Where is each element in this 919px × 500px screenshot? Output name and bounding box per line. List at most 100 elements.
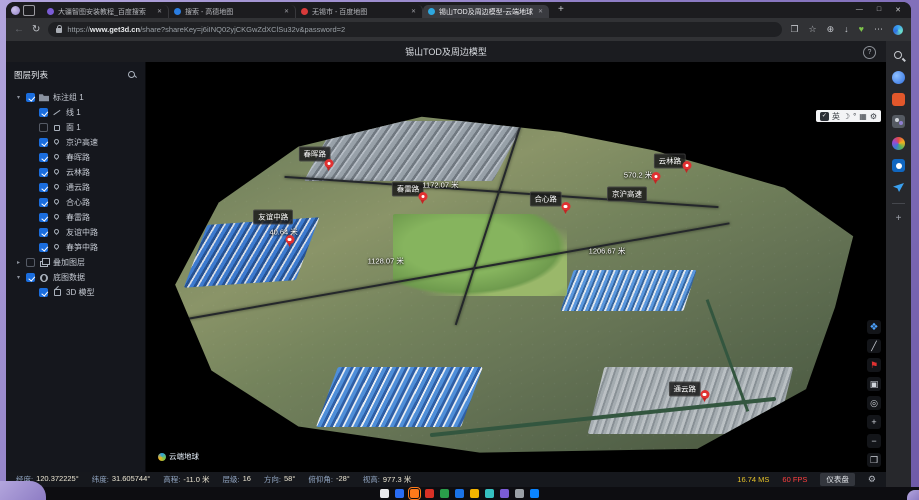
snapshot-icon[interactable]: ▣ (867, 377, 881, 391)
layer-item[interactable]: 春笋中路 (14, 240, 137, 255)
map-pin-marker[interactable] (682, 161, 691, 173)
layer-checkbox[interactable] (39, 213, 48, 222)
gear-icon[interactable]: ⚙ (868, 474, 876, 485)
layer-checkbox[interactable] (26, 273, 35, 282)
layer-item[interactable]: 面 1 (14, 120, 137, 135)
downloads-icon[interactable]: ↓ (844, 25, 849, 34)
workspace-icon[interactable] (11, 6, 20, 15)
map-pin-marker[interactable] (561, 202, 570, 214)
taskbar-app-icon[interactable] (440, 489, 449, 498)
layer-checkbox[interactable] (39, 198, 48, 207)
layer-item[interactable]: 春晖路 (14, 150, 137, 165)
taskbar-app-icon[interactable] (410, 489, 419, 498)
refresh-icon[interactable]: ↻ (32, 25, 40, 35)
layer-checkbox[interactable] (39, 228, 48, 237)
close-button[interactable]: ✕ (895, 6, 901, 14)
layer-checkbox[interactable] (39, 288, 48, 297)
new-tab-button[interactable]: + (558, 5, 564, 15)
back-icon[interactable]: ← (14, 25, 24, 35)
map-viewport[interactable]: 春晖路春雷路友谊中路合心路京沪高速云林路通云路40.64 米1172.07 米5… (146, 62, 886, 472)
tab-close-icon[interactable] (283, 8, 290, 15)
layer-checkbox[interactable] (39, 123, 48, 132)
layer-checkbox[interactable] (26, 93, 35, 102)
tab-close-icon[interactable] (410, 8, 417, 15)
browser-essentials-icon[interactable]: ♥ (859, 25, 864, 34)
taskbar-app-icon[interactable] (485, 489, 494, 498)
grid-icon[interactable]: ▦ (859, 112, 867, 121)
map-pin-marker[interactable] (700, 390, 709, 402)
taskbar-app-icon[interactable] (380, 489, 389, 498)
favorites-icon[interactable]: ☆ (809, 25, 817, 34)
browser-tab[interactable]: 搜索 - 高德地图 (169, 5, 296, 18)
expand-arrow-icon[interactable]: ▾ (15, 274, 22, 281)
minimize-button[interactable]: — (856, 6, 863, 14)
taskbar-app-icon[interactable] (515, 489, 524, 498)
layer-checkbox[interactable] (39, 183, 48, 192)
layer-checkbox[interactable] (39, 108, 48, 117)
zoom-out-icon[interactable]: − (867, 434, 881, 448)
layer-item[interactable]: 春雷路 (14, 210, 137, 225)
copilot-icon[interactable] (893, 25, 903, 35)
more-menu-icon[interactable]: ⋯ (874, 25, 883, 34)
layer-item[interactable]: 京沪高速 (14, 135, 137, 150)
sidebar-drop-icon[interactable] (892, 181, 905, 194)
layer-item[interactable]: ▾ 底图数据 (14, 270, 137, 285)
layer-checkbox[interactable] (39, 138, 48, 147)
layer-checkbox[interactable] (26, 258, 35, 267)
layer-checkbox[interactable] (39, 153, 48, 162)
taskbar-app-icon[interactable] (395, 489, 404, 498)
sidebar-people-icon[interactable] (892, 115, 905, 128)
search-icon[interactable] (128, 71, 137, 80)
sidebar-search-icon[interactable] (892, 49, 905, 62)
browser-tab[interactable]: 无锡市 - 百度地图 (296, 5, 423, 18)
view-mode-3d-icon[interactable]: ❖ (867, 320, 881, 334)
sidebar-outlook-icon[interactable] (892, 159, 905, 172)
fullscreen-icon[interactable]: ❒ (867, 453, 881, 467)
browser-tab[interactable]: 锡山TOD及周边模型-云端地球 (423, 5, 549, 18)
sidebar-copilot-icon[interactable] (892, 71, 905, 84)
flag-measure-icon[interactable]: ⚑ (867, 358, 881, 372)
layer-checkbox[interactable] (39, 243, 48, 252)
layer-item[interactable]: ▸ 叠加图层 (14, 255, 137, 270)
view-settings-icon[interactable]: ⚙ (870, 112, 877, 121)
language-icon[interactable]: 英 (832, 112, 840, 121)
zoom-in-icon[interactable]: + (867, 415, 881, 429)
draw-line-icon[interactable]: ╱ (867, 339, 881, 353)
taskbar-app-icon[interactable] (425, 489, 434, 498)
taskbar-app-icon[interactable] (470, 489, 479, 498)
tab-close-icon[interactable] (156, 8, 163, 15)
taskbar-app-icon[interactable] (530, 489, 539, 498)
taskbar-app-icon[interactable] (455, 489, 464, 498)
degree-icon[interactable]: ° (853, 112, 856, 121)
layer-item[interactable]: 友谊中路 (14, 225, 137, 240)
browser-tab[interactable]: 大疆智图安装教程_百度搜索 (42, 5, 169, 18)
expand-arrow-icon[interactable]: ▸ (15, 259, 22, 266)
tab-actions-icon[interactable] (23, 5, 35, 16)
locate-icon[interactable]: ◎ (867, 396, 881, 410)
split-screen-icon[interactable]: ❐ (790, 25, 798, 34)
layer-item[interactable]: 合心路 (14, 195, 137, 210)
taskbar-app-icon[interactable] (500, 489, 509, 498)
layer-checkbox[interactable] (39, 168, 48, 177)
maximize-button[interactable]: □ (877, 6, 881, 14)
layer-item[interactable]: ▾ 标注组 1 (14, 90, 137, 105)
night-mode-icon[interactable]: ☽ (843, 112, 850, 121)
layer-item[interactable]: 通云路 (14, 180, 137, 195)
layer-item[interactable]: 云林路 (14, 165, 137, 180)
map-pin-marker[interactable] (651, 172, 660, 184)
map-pin-marker[interactable] (285, 235, 294, 247)
sidebar-games-icon[interactable] (892, 137, 905, 150)
expand-arrow-icon[interactable]: ▾ (15, 94, 22, 101)
map-pin-marker[interactable] (418, 192, 427, 204)
layer-item[interactable]: 3D 模型 (14, 285, 137, 300)
sidebar-shopping-icon[interactable] (892, 93, 905, 106)
extensions-icon[interactable]: ⊕ (827, 25, 835, 34)
layer-item[interactable]: 线 1 (14, 105, 137, 120)
address-bar[interactable]: https://www.get3d.cn/share?shareKey=j6iI… (48, 22, 782, 37)
tab-close-icon[interactable] (537, 8, 544, 15)
sidebar-add-button[interactable]: + (896, 213, 902, 224)
map-pin-marker[interactable] (324, 159, 333, 171)
help-icon[interactable]: ? (863, 46, 876, 59)
annotation-toggle-icon[interactable]: ✓ (820, 112, 829, 121)
dashboard-button[interactable]: 仪表盘 (820, 473, 855, 486)
